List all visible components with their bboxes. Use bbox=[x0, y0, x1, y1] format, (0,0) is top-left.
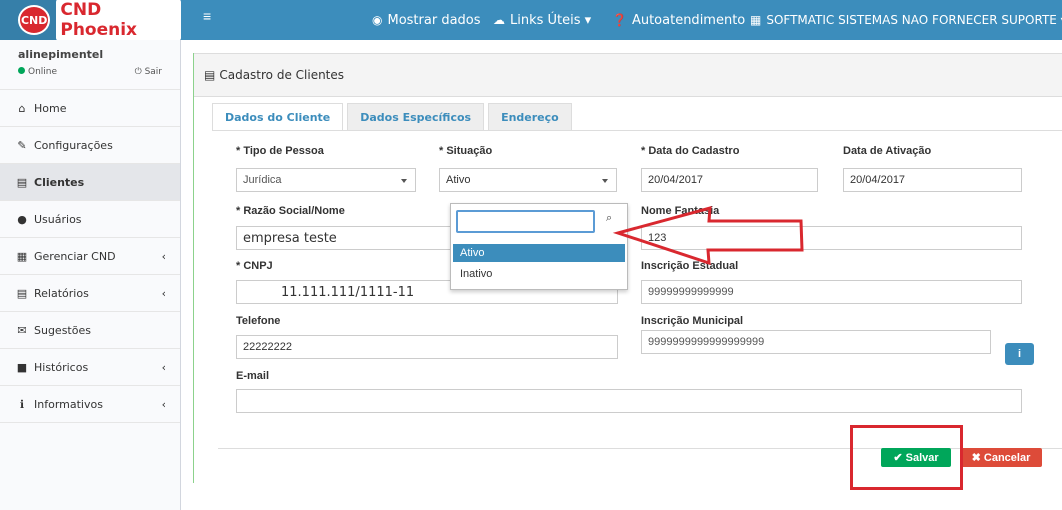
tab-divider bbox=[212, 130, 1062, 131]
user-panel: alinepimentel Online ⏻ Sair bbox=[0, 40, 180, 90]
caret-down-icon bbox=[401, 179, 407, 183]
calendar-icon: ▦ bbox=[16, 249, 28, 263]
data-ativacao-field[interactable]: 20/04/2017 bbox=[843, 168, 1022, 192]
situacao-label: * Situação bbox=[439, 145, 493, 157]
situacao-select[interactable]: Ativo bbox=[439, 168, 617, 192]
building-icon: ▦ bbox=[750, 13, 762, 27]
company-menu[interactable]: ▦ SOFTMATIC SISTEMAS NAO FORNECER SUPORT… bbox=[750, 0, 1062, 40]
building-icon: ▤ bbox=[204, 68, 216, 82]
chevron-left-icon: ‹ bbox=[161, 360, 166, 374]
chevron-left-icon: ‹ bbox=[161, 249, 166, 263]
home-icon: ⌂ bbox=[18, 101, 26, 115]
sidebar-item-historicos[interactable]: ■ Históricos ‹ bbox=[0, 349, 180, 386]
data-cadastro-field[interactable]: 20/04/2017 bbox=[641, 168, 818, 192]
online-dot-icon bbox=[18, 67, 25, 74]
chevron-left-icon: ‹ bbox=[161, 286, 166, 300]
file-icon: ▤ bbox=[16, 286, 28, 300]
tab-dados-especificos[interactable]: Dados Específicos bbox=[347, 103, 485, 130]
menu-toggle-icon[interactable]: ≡ bbox=[203, 8, 211, 24]
data-cadastro-label: * Data do Cadastro bbox=[641, 145, 740, 157]
logout-link[interactable]: ⏻ Sair bbox=[135, 67, 162, 77]
data-ativacao-label: Data de Ativação bbox=[843, 145, 932, 157]
email-field[interactable] bbox=[236, 389, 1022, 413]
sidebar-item-home[interactable]: ⌂ Home bbox=[0, 90, 180, 127]
page-title: ▤ Cadastro de Clientes bbox=[194, 53, 1062, 97]
sidebar-item-relatorios[interactable]: ▤ Relatórios ‹ bbox=[0, 275, 180, 312]
razao-social-label: * Razão Social/Nome bbox=[236, 205, 345, 217]
company-label: SOFTMATIC SISTEMAS NAO FORNECER SUPORTE … bbox=[766, 13, 1062, 27]
self-service-link[interactable]: ❓ Autoatendimento bbox=[612, 0, 745, 40]
sidebar-menu: ⌂ Home ✎ Configurações ▤ Clientes ● Usuários… bbox=[0, 90, 180, 423]
telefone-label: Telefone bbox=[236, 315, 281, 327]
caret-down-icon bbox=[602, 179, 608, 183]
info-button[interactable]: i bbox=[1005, 343, 1034, 365]
user-icon: ● bbox=[17, 212, 27, 226]
dropdown-option-inativo[interactable]: Inativo bbox=[453, 265, 625, 283]
cancel-button[interactable]: ✖ Cancelar bbox=[960, 448, 1042, 467]
show-data-label: Mostrar dados bbox=[387, 12, 481, 28]
tab-dados-cliente[interactable]: Dados do Cliente bbox=[212, 103, 344, 130]
user-name: alinepimentel bbox=[18, 48, 104, 61]
eye-icon: ◉ bbox=[372, 13, 383, 27]
wrench-icon: ✎ bbox=[17, 138, 27, 152]
sidebar-item-usuarios[interactable]: ● Usuários bbox=[0, 201, 180, 238]
dropdown-search-input[interactable] bbox=[456, 210, 595, 233]
sidebar-item-configuracoes[interactable]: ✎ Configurações bbox=[0, 127, 180, 164]
info-icon: i bbox=[1017, 348, 1022, 360]
form-tabs: Dados do Cliente Dados Específicos Ender… bbox=[212, 103, 576, 130]
useful-links-menu[interactable]: ☁ Links Úteis ▾ bbox=[493, 0, 591, 40]
useful-links-label: Links Úteis ▾ bbox=[510, 12, 592, 28]
tipo-pessoa-label: * Tipo de Pessoa bbox=[236, 145, 324, 157]
sidebar-item-sugestoes[interactable]: ✉ Sugestões bbox=[0, 312, 180, 349]
sidebar-item-informativos[interactable]: ℹ Informativos ‹ bbox=[0, 386, 180, 423]
online-status: Online bbox=[18, 67, 57, 77]
sidebar-item-clientes[interactable]: ▤ Clientes bbox=[0, 164, 180, 201]
cloud-icon: ☁ bbox=[493, 13, 505, 27]
annotation-arrow bbox=[612, 205, 804, 265]
logo-badge: CND bbox=[18, 5, 51, 35]
info-icon: ℹ bbox=[19, 397, 25, 411]
inscricao-estadual-field[interactable]: 99999999999999 bbox=[641, 280, 1022, 304]
self-service-label: Autoatendimento bbox=[631, 12, 746, 28]
logo-text: CND Phoenix bbox=[56, 0, 181, 41]
building-icon: ▤ bbox=[16, 175, 28, 189]
inscricao-municipal-field[interactable]: 9999999999999999999 bbox=[641, 330, 991, 354]
sidebar: alinepimentel Online ⏻ Sair ⌂ Home ✎ Confi… bbox=[0, 40, 181, 510]
top-navbar: CND CND Phoenix ≡ ◉ Mostrar dados ☁ Link… bbox=[0, 0, 1062, 41]
inscricao-municipal-label: Inscrição Municipal bbox=[641, 315, 744, 327]
question-icon: ❓ bbox=[612, 13, 627, 27]
tipo-pessoa-select[interactable]: Jurídica bbox=[236, 168, 416, 192]
sidebar-item-gerenciar-cnd[interactable]: ▦ Gerenciar CND ‹ bbox=[0, 238, 180, 275]
archive-icon: ■ bbox=[16, 360, 28, 374]
chevron-left-icon: ‹ bbox=[161, 397, 166, 411]
show-data-link[interactable]: ◉ Mostrar dados bbox=[372, 0, 481, 40]
save-highlight-box bbox=[850, 425, 963, 490]
email-label: E-mail bbox=[236, 370, 270, 382]
client-form-box: ▤ Cadastro de Clientes Dados do Cliente … bbox=[193, 53, 1062, 483]
arrow-shape-icon bbox=[612, 205, 804, 265]
app-logo[interactable]: CND CND Phoenix bbox=[0, 0, 181, 41]
comments-icon: ✉ bbox=[17, 323, 27, 337]
tab-endereco[interactable]: Endereço bbox=[488, 103, 572, 130]
telefone-field[interactable]: 22222222 bbox=[236, 335, 618, 359]
cnpj-label: * CNPJ bbox=[236, 260, 273, 272]
